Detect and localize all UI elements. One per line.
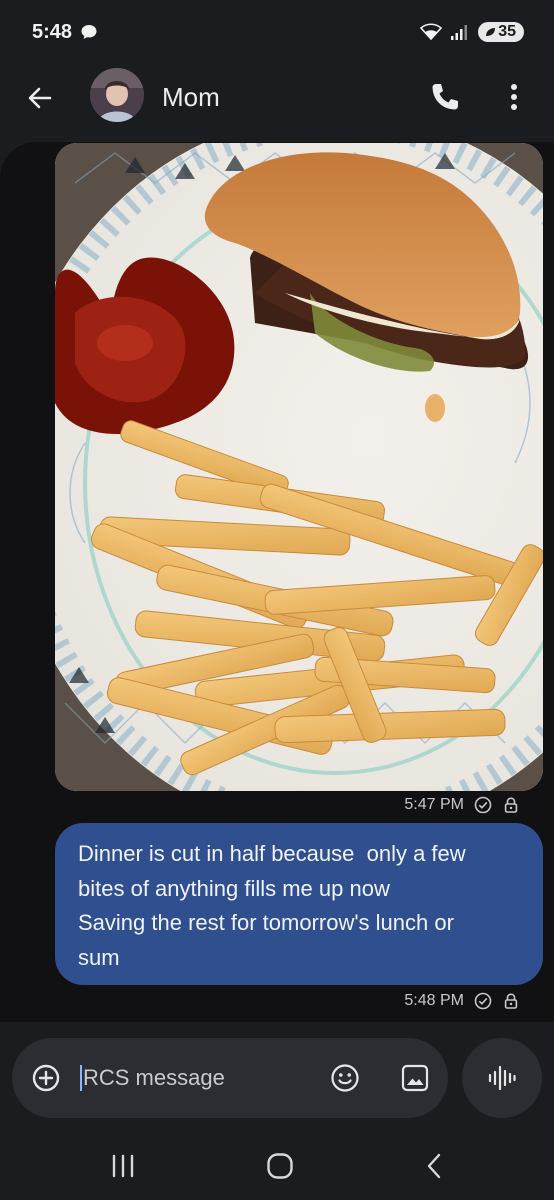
status-left: 5:48 — [32, 21, 98, 44]
home-icon[interactable] — [266, 1152, 294, 1180]
check-circle-icon — [474, 992, 492, 1010]
lock-icon — [504, 993, 518, 1009]
wifi-icon — [420, 23, 443, 41]
message-line: Saving the rest for tomorrow's lunch or — [78, 910, 454, 935]
contact-name[interactable]: Mom — [162, 82, 220, 113]
compose-bar: RCS message — [12, 1038, 448, 1118]
image-icon[interactable] — [400, 1063, 430, 1093]
image-message-time: 5:47 PM — [404, 796, 464, 813]
avatar-image — [90, 68, 144, 122]
food-photo — [55, 143, 543, 791]
phone-icon[interactable] — [428, 80, 462, 114]
message-line: Dinner is cut in half because only a few — [78, 841, 466, 866]
text-message-time: 5:48 PM — [404, 992, 464, 1009]
battery-saver-icon — [486, 28, 496, 36]
message-input-placeholder: RCS message — [83, 1065, 225, 1090]
signal-icon — [451, 25, 468, 40]
status-right: 35 — [420, 22, 524, 42]
recents-icon[interactable] — [108, 1154, 138, 1178]
message-input[interactable]: RCS message — [80, 1062, 280, 1094]
text-caret — [80, 1065, 82, 1091]
more-vert-icon[interactable] — [500, 80, 528, 114]
arrow-left-icon[interactable] — [24, 82, 56, 114]
contact-avatar[interactable] — [90, 68, 144, 122]
status-time: 5:48 — [32, 20, 73, 43]
nav-back-icon[interactable] — [424, 1152, 444, 1180]
emoji-icon[interactable] — [330, 1063, 360, 1093]
conversation-header: Mom — [0, 64, 554, 130]
voice-wave-icon — [488, 1065, 516, 1091]
message-line: bites of anything fills me up now — [78, 875, 390, 901]
message-line: sum — [78, 944, 120, 970]
sent-message-bubble[interactable]: Dinner is cut in half because only a few… — [55, 823, 543, 985]
image-message-meta: 5:47 PM — [404, 796, 520, 814]
add-circle-icon[interactable] — [32, 1064, 60, 1092]
system-nav-bar — [0, 1130, 554, 1200]
battery-level: 35 — [498, 23, 516, 40]
chat-bubble-icon — [81, 25, 97, 39]
check-circle-icon — [474, 796, 492, 814]
text-message-meta: 5:48 PM — [404, 992, 520, 1010]
message-image[interactable] — [55, 143, 543, 791]
status-bar: 5:48 35 — [0, 0, 554, 64]
battery-indicator: 35 — [478, 22, 524, 42]
voice-message-button[interactable] — [462, 1038, 542, 1118]
lock-icon — [504, 797, 518, 813]
